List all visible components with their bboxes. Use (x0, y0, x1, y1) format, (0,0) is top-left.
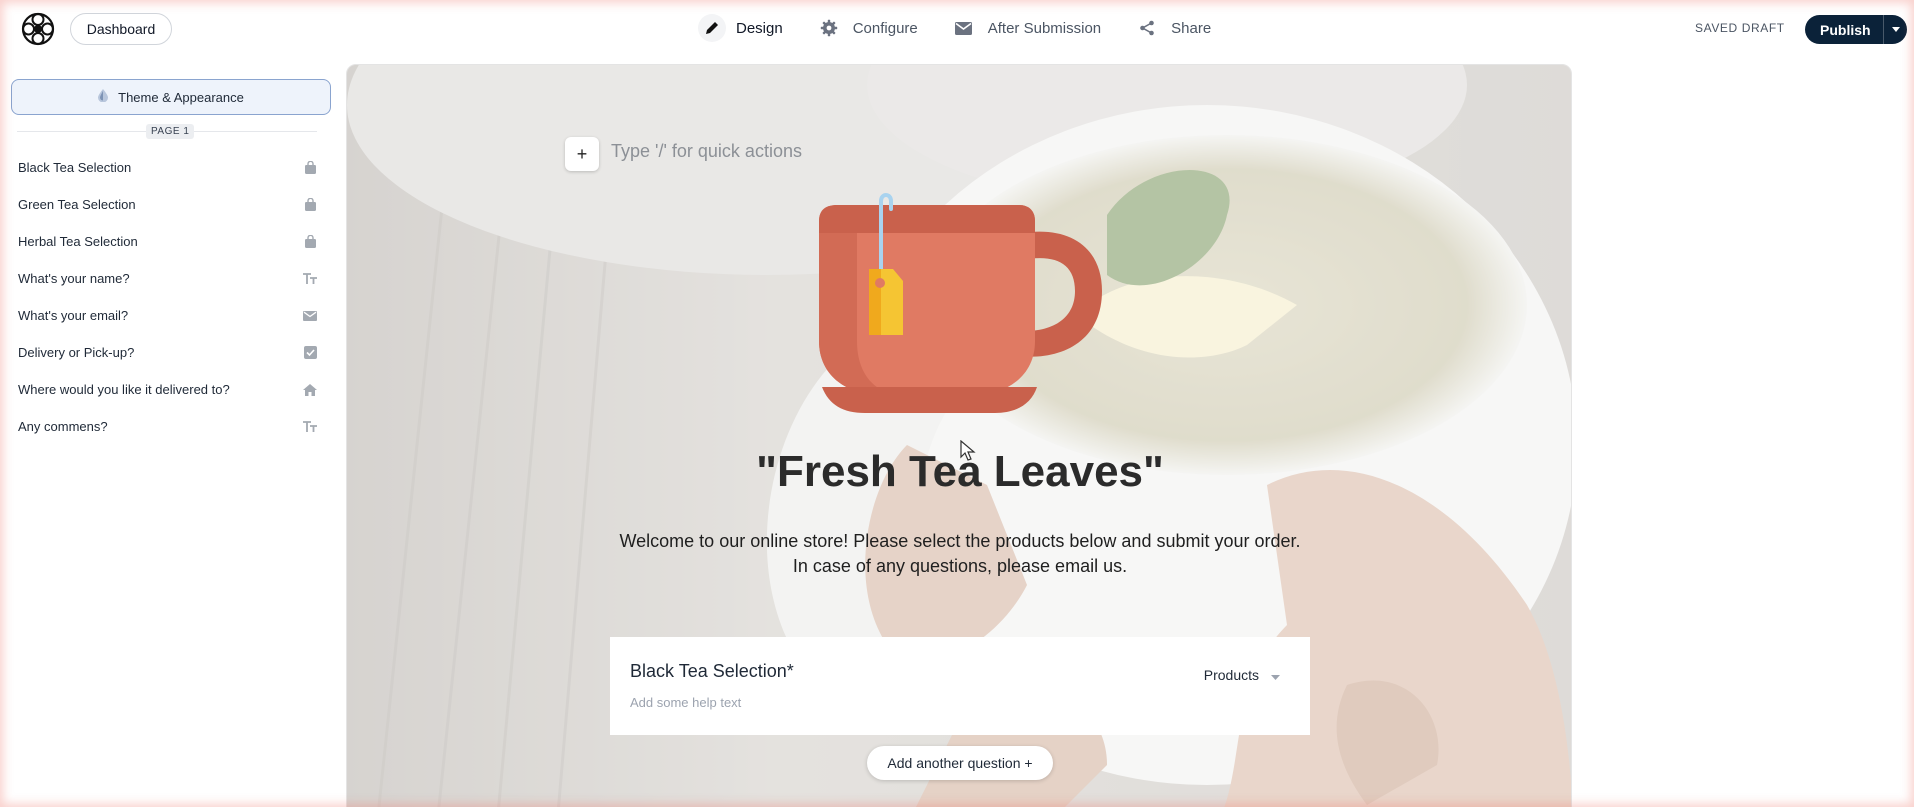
sidebar-question-label: What's your email? (18, 308, 129, 323)
sidebar-question-label: Green Tea Selection (18, 197, 136, 212)
add-block-button[interactable]: + (565, 137, 599, 171)
droplet-icon (98, 89, 109, 105)
form-canvas[interactable]: + Type '/' for quick actions "Fresh Tea … (346, 64, 1572, 807)
envelope-icon (950, 14, 978, 42)
add-question-button[interactable]: Add another question + (867, 746, 1053, 780)
sidebar-question-item[interactable]: Green Tea Selection (0, 186, 340, 223)
question-title[interactable]: Black Tea Selection* (630, 661, 794, 682)
bag-icon (303, 161, 317, 175)
sidebar: Theme & Appearance PAGE 1 Black Tea Sele… (0, 56, 340, 807)
quick-action-input[interactable]: Type '/' for quick actions (611, 141, 802, 162)
sidebar-question-item[interactable]: What's your name? (0, 260, 340, 297)
tab-configure-label: Configure (852, 19, 918, 37)
sidebar-question-item[interactable]: Where would you like it delivered to? (0, 371, 340, 408)
page-label: PAGE 1 (146, 124, 195, 139)
sidebar-question-item[interactable]: Black Tea Selection (0, 149, 340, 186)
text-icon (303, 272, 317, 286)
form-description[interactable]: Welcome to our online store! Please sele… (347, 529, 1571, 579)
caret-down-icon (1271, 667, 1280, 683)
theme-appearance-button[interactable]: Theme & Appearance (11, 79, 331, 115)
pencil-icon (698, 14, 726, 42)
form-description-line: Welcome to our online store! Please sele… (619, 531, 1301, 551)
sidebar-question-label: Delivery or Pick-up? (18, 345, 135, 360)
sidebar-question-label: Any commens? (18, 419, 108, 434)
tab-share-label: Share (1171, 19, 1212, 37)
tab-after-submission-label: After Submission (987, 19, 1102, 37)
app-logo-icon[interactable] (20, 11, 56, 47)
share-icon (1133, 14, 1161, 42)
sidebar-question-label: Herbal Tea Selection (18, 234, 138, 249)
sidebar-question-item[interactable]: Herbal Tea Selection (0, 223, 340, 260)
tab-design-label: Design (736, 19, 783, 37)
caret-down-icon[interactable] (1884, 27, 1907, 32)
gear-icon (815, 14, 843, 42)
dashboard-button[interactable]: Dashboard (70, 13, 172, 45)
form-description-line: In case of any questions, please email u… (792, 556, 1128, 576)
top-bar: Dashboard Design Configure After Submiss… (0, 0, 1914, 56)
publish-label: Publish (1820, 21, 1871, 38)
sidebar-question-label: What's your name? (18, 271, 130, 286)
bag-icon (303, 198, 317, 212)
theme-appearance-label: Theme & Appearance (118, 89, 244, 105)
question-card[interactable]: Black Tea Selection* Add some help text … (610, 637, 1310, 735)
question-type-label: Products (1203, 667, 1259, 683)
checkbox-icon (303, 346, 317, 360)
publish-button[interactable]: Publish (1805, 15, 1907, 44)
question-help-input[interactable]: Add some help text (630, 695, 741, 710)
tab-share[interactable]: Share (1127, 10, 1223, 46)
tab-after-submission[interactable]: After Submission (944, 10, 1113, 46)
save-status: SAVED DRAFT (1695, 21, 1785, 35)
question-list: Black Tea Selection Green Tea Selection … (0, 149, 340, 445)
main-nav: Design Configure After Submission Share (692, 10, 1237, 46)
bag-icon (303, 235, 317, 249)
tab-design[interactable]: Design (692, 10, 795, 46)
home-icon (303, 383, 317, 397)
sidebar-question-label: Where would you like it delivered to? (18, 382, 230, 397)
question-type-dropdown[interactable]: Products (1204, 667, 1280, 683)
text-icon (303, 420, 317, 434)
sidebar-question-item[interactable]: What's your email? (0, 297, 340, 334)
mouse-cursor-icon (960, 440, 976, 461)
sidebar-question-label: Black Tea Selection (18, 160, 132, 175)
sidebar-question-item[interactable]: Any commens? (0, 408, 340, 445)
envelope-icon (303, 309, 317, 323)
teacup-illustration (819, 193, 1102, 413)
tab-configure[interactable]: Configure (809, 10, 930, 46)
sidebar-question-item[interactable]: Delivery or Pick-up? (0, 334, 340, 371)
